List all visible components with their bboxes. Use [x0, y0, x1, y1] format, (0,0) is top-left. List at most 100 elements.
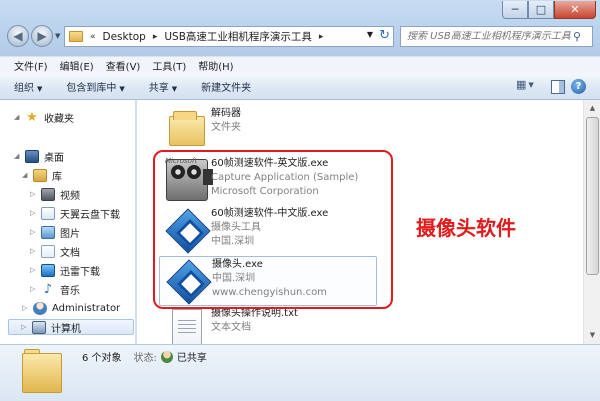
include-in-library-button[interactable]: 包含到库中 ▼ — [66, 79, 124, 94]
file-type: 文件夹 — [211, 122, 241, 133]
shared-users-icon — [160, 350, 173, 363]
recent-pages-dropdown[interactable]: ▼ — [55, 32, 60, 40]
text-file-icon — [172, 309, 202, 344]
expand-icon[interactable]: ▷ — [22, 304, 29, 312]
arrow-right-icon: ▶ — [37, 29, 47, 43]
preview-pane-icon[interactable] — [551, 80, 565, 94]
arrow-left-icon: ◀ — [13, 29, 23, 43]
menu-edit[interactable]: 编辑(E) — [54, 58, 100, 73]
video-icon — [41, 187, 55, 201]
nav-pictures[interactable]: ▷ 图片 — [30, 224, 80, 240]
address-dropdown-icon[interactable]: ▼ — [367, 30, 373, 39]
new-folder-button[interactable]: 新建文件夹 — [201, 79, 251, 94]
window-controls: ─ □ ✕ — [502, 1, 596, 19]
annotation-label: 摄像头软件 — [416, 216, 516, 240]
nav-favorites[interactable]: ◢ ★ 收藏夹 — [14, 109, 74, 125]
forward-button[interactable]: ▶ — [31, 25, 53, 47]
file-name: 解码器 — [211, 108, 241, 119]
navigation-pane: ◢ ★ 收藏夹 ◢ 桌面 ◢ 库 ▷ 视频 ▷ 天翼云盘下载 ▷ 图片 ▷ 文档… — [0, 100, 136, 344]
expand-icon[interactable]: ▷ — [30, 285, 37, 293]
expand-icon[interactable]: ▷ — [30, 266, 37, 274]
highlight-frame — [153, 150, 393, 309]
menu-tools[interactable]: 工具(T) — [146, 58, 192, 73]
search-icon[interactable]: ⚲ — [573, 30, 581, 43]
chevron-down-icon: ▼ — [528, 80, 534, 89]
window-frame: ─ □ ✕ ◀ ▶ ▼ « Desktop ▸ USB高速工业相机程序演示工具 … — [0, 0, 600, 56]
collapse-icon[interactable]: ◢ — [14, 113, 21, 121]
nav-xunlei-downloads[interactable]: ▷ 迅雷下载 — [30, 262, 100, 278]
nav-desktop-label: 桌面 — [44, 152, 64, 164]
scroll-up-icon[interactable]: ▲ — [586, 102, 599, 115]
breadcrumb-overflow[interactable]: « — [87, 32, 99, 42]
address-bar[interactable]: « Desktop ▸ USB高速工业相机程序演示工具 ▸ ▼ ↻ — [64, 26, 394, 47]
file-item-decoder-folder[interactable]: 解码器 文件夹 — [159, 106, 377, 156]
maximize-button[interactable]: □ — [528, 1, 554, 19]
chevron-down-icon: ▼ — [119, 84, 125, 93]
nav-computer-label: 计算机 — [51, 323, 81, 335]
share-label: 共享 — [148, 82, 169, 94]
file-item-camera-manual[interactable]: 摄像头操作说明.txt 文本文档 — [159, 306, 377, 344]
search-box[interactable]: ⚲ — [400, 26, 593, 47]
expand-icon[interactable]: ▷ — [30, 209, 37, 217]
nav-videos[interactable]: ▷ 视频 — [30, 186, 80, 202]
minimize-button[interactable]: ─ — [502, 1, 528, 19]
computer-icon — [32, 320, 46, 334]
organize-button[interactable]: 组织 ▼ — [14, 79, 42, 94]
document-icon — [41, 244, 55, 258]
scroll-thumb[interactable] — [586, 117, 599, 275]
breadcrumb-separator[interactable]: ▸ — [316, 32, 327, 42]
breadcrumb-current-folder[interactable]: USB高速工业相机程序演示工具 — [160, 29, 316, 44]
menu-bar: 文件(F) 编辑(E) 查看(V) 工具(T) 帮助(H) — [0, 56, 600, 73]
menu-help[interactable]: 帮助(H) — [192, 58, 239, 73]
nav-libraries-label: 库 — [52, 171, 62, 183]
cloud-icon — [41, 206, 55, 220]
nav-libraries[interactable]: ◢ 库 — [22, 167, 62, 183]
nav-pictures-label: 图片 — [60, 228, 80, 240]
help-icon[interactable]: ? — [571, 79, 586, 94]
state-value: 已共享 — [176, 353, 207, 364]
expand-icon[interactable]: ▷ — [30, 228, 37, 236]
nav-cloud-downloads[interactable]: ▷ 天翼云盘下载 — [30, 205, 120, 221]
nav-administrator-label: Administrator — [52, 302, 121, 314]
change-view-button[interactable]: ▦ ▼ — [516, 78, 542, 91]
nav-documents[interactable]: ▷ 文档 — [30, 243, 80, 259]
nav-music-label: 音乐 — [60, 285, 80, 297]
folder-icon — [69, 31, 83, 42]
vertical-scrollbar[interactable]: ▲ ▼ — [583, 100, 600, 344]
close-button[interactable]: ✕ — [554, 1, 596, 19]
nav-computer[interactable]: ▷ 计算机 — [8, 319, 134, 335]
refresh-icon[interactable]: ↻ — [379, 28, 390, 43]
file-name: 摄像头操作说明.txt — [211, 308, 298, 319]
scroll-down-icon[interactable]: ▼ — [586, 329, 599, 342]
details-summary: 6 个对象 状态: 已共享 — [82, 349, 207, 364]
expand-icon[interactable]: ▷ — [30, 247, 37, 255]
item-count: 6 个对象 — [82, 353, 122, 364]
expand-icon[interactable]: ▷ — [21, 323, 28, 331]
nav-music[interactable]: ▷ ♪ 音乐 — [30, 281, 80, 297]
search-input[interactable] — [401, 31, 573, 42]
collapse-icon[interactable]: ◢ — [22, 171, 29, 179]
folder-icon — [22, 349, 62, 393]
menu-view[interactable]: 查看(V) — [100, 58, 147, 73]
nav-cloud-label: 天翼云盘下载 — [60, 209, 120, 221]
star-icon: ★ — [26, 109, 38, 125]
back-button[interactable]: ◀ — [7, 25, 29, 47]
expand-icon[interactable]: ▷ — [30, 190, 37, 198]
organize-label: 组织 — [14, 82, 34, 94]
breadcrumb-separator[interactable]: ▸ — [150, 32, 161, 42]
menu-file[interactable]: 文件(F) — [8, 58, 54, 73]
breadcrumb-desktop[interactable]: Desktop — [99, 31, 150, 43]
desktop-icon — [25, 149, 39, 163]
share-button[interactable]: 共享 ▼ — [149, 79, 177, 94]
library-icon — [33, 168, 47, 182]
command-bar: 组织 ▼ 包含到库中 ▼ 共享 ▼ 新建文件夹 ▦ ▼ ? — [0, 73, 600, 100]
nav-videos-label: 视频 — [60, 190, 80, 202]
collapse-icon[interactable]: ◢ — [14, 152, 21, 160]
view-icon: ▦ — [516, 78, 527, 91]
nav-administrator[interactable]: ▷ Administrator — [22, 300, 120, 316]
nav-favorites-label: 收藏夹 — [44, 113, 74, 125]
nav-desktop[interactable]: ◢ 桌面 — [14, 148, 64, 164]
state-label: 状态: — [133, 353, 157, 364]
chevron-down-icon: ▼ — [171, 84, 178, 93]
user-icon — [33, 301, 47, 315]
